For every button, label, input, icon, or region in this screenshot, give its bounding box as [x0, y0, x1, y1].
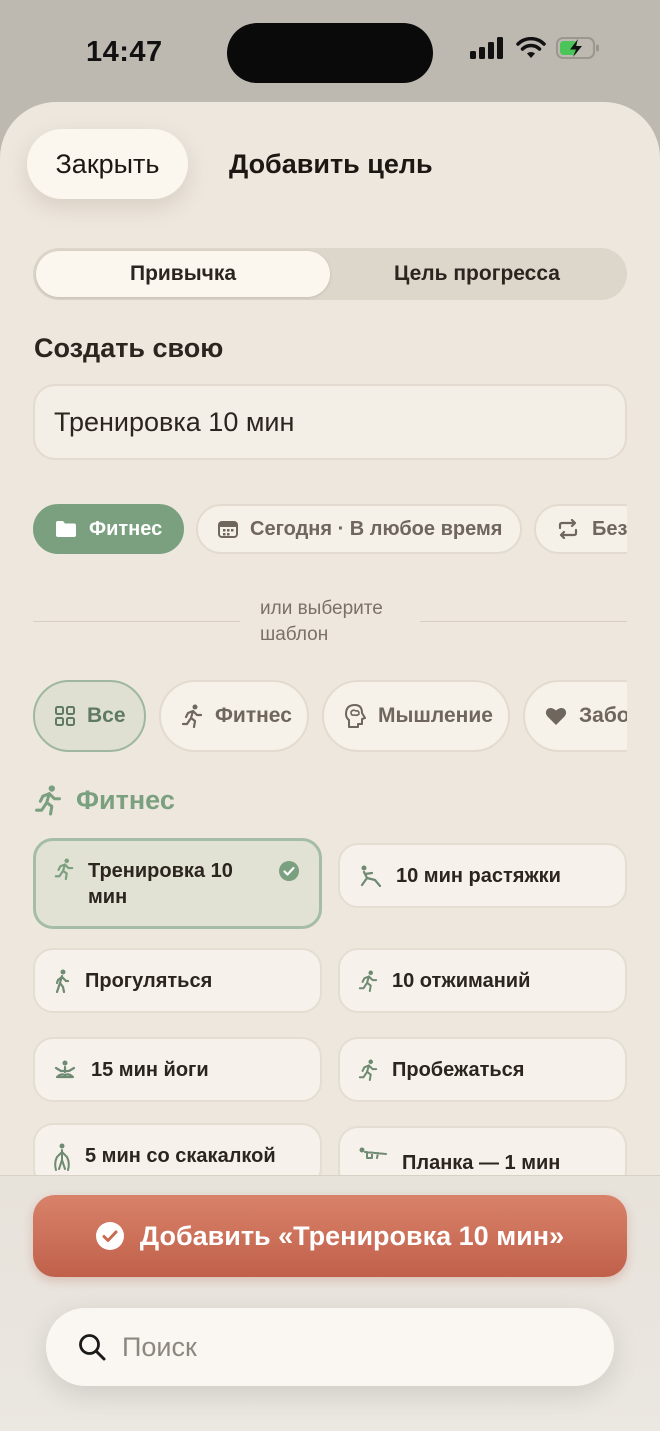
- signal-icon: [470, 37, 503, 59]
- filter-chip-all[interactable]: Все: [33, 680, 146, 752]
- folder-icon: [56, 521, 76, 537]
- status-bar: 14:47: [0, 0, 660, 100]
- divider-line-right: [420, 621, 627, 622]
- dynamic-island: [227, 23, 433, 83]
- grid-icon: [55, 706, 75, 726]
- template-tile-label: 5 мин со скакалкой: [85, 1145, 276, 1167]
- sheet-title: Добавить цель: [229, 149, 433, 179]
- search-icon: [79, 1334, 106, 1361]
- template-tile[interactable]: Тренировка 10 мин: [33, 838, 322, 929]
- add-goal-button-label: Добавить «Тренировка 10 мин»: [139, 1220, 565, 1251]
- jump-rope-icon: [54, 1143, 70, 1171]
- schedule-chip[interactable]: Сегодня · В любое время: [196, 504, 522, 554]
- close-button[interactable]: Закрыть: [27, 129, 188, 199]
- brain-head-icon: [345, 704, 366, 728]
- heart-icon: [545, 707, 567, 725]
- search-placeholder: Поиск: [122, 1331, 197, 1362]
- filter-chip-mindset-label: Мышление: [378, 704, 493, 727]
- template-tile[interactable]: Пробежаться: [338, 1037, 627, 1102]
- template-tile-label: Планка — 1 мин: [402, 1152, 561, 1174]
- template-tile-label: Прогуляться: [85, 969, 213, 992]
- template-filter-row: Все Фитнес Мышление Забо: [33, 680, 627, 752]
- checkmark-circle-icon: [95, 1222, 124, 1250]
- repeat-icon: [558, 519, 578, 539]
- template-tile-label: 10 отжиманий: [392, 969, 531, 992]
- status-time: 14:47: [86, 36, 163, 68]
- runner-icon: [181, 704, 203, 728]
- divider-text: или выберите шаблон: [260, 598, 383, 645]
- walk-icon: [55, 969, 70, 993]
- template-divider: или выберите шаблон: [33, 596, 627, 650]
- stretch-icon: [360, 865, 382, 887]
- runner-icon: [35, 785, 61, 816]
- habit-options-row: Фитнес Сегодня · В любое время Без: [33, 504, 627, 554]
- create-own-title: Создать свою: [34, 333, 224, 363]
- add-goal-sheet: Закрыть Добавить цель Привычка Цель прог…: [0, 102, 660, 1431]
- template-tile-label: Тренировка 10 мин: [88, 860, 233, 908]
- segment-habit[interactable]: Привычка: [36, 251, 330, 297]
- category-chip-label: Фитнес: [89, 517, 163, 540]
- divider-line-left: [33, 621, 240, 622]
- filter-chip-health[interactable]: Забо: [523, 680, 627, 752]
- pushup-icon: [358, 970, 378, 992]
- repeat-chip[interactable]: Без: [534, 504, 627, 554]
- filter-chip-mindset[interactable]: Мышление: [322, 680, 510, 752]
- status-icons: [470, 36, 600, 60]
- habit-name-input[interactable]: Тренировка 10 мин: [33, 384, 627, 460]
- schedule-chip-label: Сегодня · В любое время: [250, 517, 503, 540]
- template-tile[interactable]: Прогуляться: [33, 948, 322, 1013]
- template-tile[interactable]: 15 мин йоги: [33, 1037, 322, 1102]
- search-field[interactable]: Поиск: [46, 1308, 614, 1386]
- add-goal-button[interactable]: Добавить «Тренировка 10 мин»: [33, 1195, 627, 1277]
- section-header-fitness: Фитнес: [34, 784, 175, 816]
- template-tile-label: Пробежаться: [392, 1058, 525, 1081]
- plank-icon: [359, 1147, 387, 1159]
- run-icon: [358, 1059, 378, 1081]
- template-tile-label: 10 мин растяжки: [396, 864, 561, 887]
- section-title: Фитнес: [76, 784, 175, 815]
- template-tile-label: 15 мин йоги: [91, 1058, 209, 1081]
- calendar-icon: [218, 521, 238, 538]
- goal-type-segmented-control: Привычка Цель прогресса: [33, 248, 627, 300]
- repeat-chip-label: Без: [592, 517, 627, 540]
- workout-icon: [54, 858, 74, 880]
- checkmark-icon: [279, 861, 299, 881]
- filter-chip-all-label: Все: [87, 704, 126, 727]
- segment-progress-goal[interactable]: Цель прогресса: [330, 251, 624, 297]
- filter-chip-fitness[interactable]: Фитнес: [159, 680, 309, 752]
- battery-charging-icon: [556, 37, 599, 59]
- yoga-icon: [54, 1060, 76, 1078]
- category-chip[interactable]: Фитнес: [33, 504, 184, 554]
- template-tile[interactable]: 10 отжиманий: [338, 948, 627, 1013]
- bottom-action-area: Добавить «Тренировка 10 мин» Поиск: [0, 1175, 660, 1431]
- filter-chip-fitness-label: Фитнес: [215, 704, 292, 727]
- wifi-icon: [516, 37, 546, 58]
- filter-chip-health-label: Забо: [579, 704, 627, 727]
- template-tile[interactable]: 10 мин растяжки: [338, 843, 627, 908]
